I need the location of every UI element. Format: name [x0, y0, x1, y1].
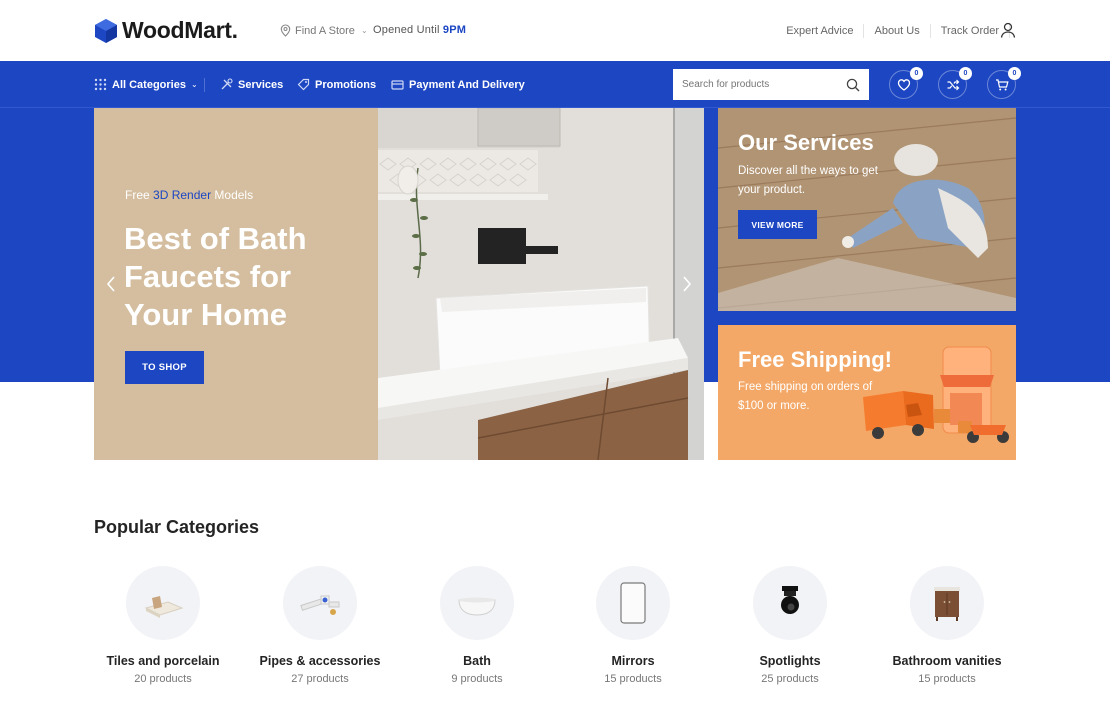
category-count: 15 products — [918, 673, 976, 685]
logo-text: WoodMart. — [122, 17, 238, 43]
category-count: 9 products — [451, 673, 503, 685]
pipes-icon — [300, 595, 340, 615]
expert-advice-link[interactable]: Expert Advice — [776, 25, 863, 37]
category-count: 15 products — [604, 673, 662, 685]
services-banner-text: Discover all the ways to get your produc… — [738, 165, 878, 196]
all-categories-menu[interactable]: All Categories ⌄ — [94, 78, 198, 91]
services-label: Services — [238, 78, 284, 91]
category-name: Pipes & accessories — [259, 654, 381, 668]
category-count: 25 products — [761, 673, 819, 685]
bathtub-icon — [458, 597, 496, 616]
chevron-down-icon: ⌄ — [360, 26, 368, 35]
track-order-link[interactable]: Track Order — [931, 25, 1009, 37]
category-card[interactable]: Pipes & accessories 27 products — [245, 566, 395, 685]
cart-button[interactable]: 0 — [987, 67, 1021, 99]
category-name: Bathroom vanities — [892, 654, 1002, 668]
payment-delivery-menu[interactable]: Payment And Delivery — [391, 78, 525, 91]
divider — [204, 78, 205, 92]
grid-icon — [94, 78, 107, 91]
shipping-banner-text: Free shipping on orders of $100 or more. — [738, 381, 873, 412]
main-nav: All Categories ⌄ Services Promotions Pay… — [0, 61, 1110, 108]
vanity-cabinet-icon — [934, 587, 960, 621]
user-icon[interactable] — [1000, 22, 1016, 38]
shipping-banner[interactable]: Free Shipping! Free shipping on orders o… — [718, 325, 1016, 460]
opening-hours-label: Opened Until — [373, 24, 440, 36]
category-card[interactable]: Tiles and porcelain 20 products — [88, 566, 238, 685]
category-name: Bath — [463, 654, 491, 668]
category-name: Mirrors — [611, 654, 655, 668]
shipping-banner-title: Free Shipping! — [738, 347, 892, 372]
bathroom-illustration — [378, 108, 704, 460]
hero-subtitle-highlight: 3D Render — [153, 188, 212, 202]
chevron-down-icon: ⌄ — [190, 80, 198, 89]
category-thumbnail — [753, 566, 827, 640]
wishlist-button[interactable]: 0 — [889, 67, 923, 99]
find-store-link[interactable]: Find A Store ⌄ — [280, 24, 368, 37]
category-thumbnail — [596, 566, 670, 640]
top-header: WoodMart. Find A Store ⌄ Opened Until 9P… — [0, 0, 1110, 61]
spotlight-icon — [781, 586, 799, 614]
logo-mark-icon — [95, 18, 117, 43]
compare-icon — [947, 79, 959, 90]
search-icon[interactable] — [846, 78, 860, 92]
category-name: Spotlights — [759, 654, 821, 668]
category-count: 27 products — [291, 673, 349, 685]
cart-icon — [995, 78, 1009, 90]
category-card[interactable]: Spotlights 25 products — [715, 566, 865, 685]
services-banner[interactable]: Our Services Discover all the ways to ge… — [718, 108, 1016, 311]
find-store-label: Find A Store — [295, 24, 355, 37]
payment-icon — [391, 80, 404, 90]
hero-subtitle-suffix: Models — [214, 188, 254, 202]
cart-count-badge: 0 — [1008, 67, 1021, 80]
view-more-button[interactable]: VIEW MORE — [738, 210, 817, 239]
compare-button[interactable]: 0 — [938, 67, 972, 99]
wishlist-count-badge: 0 — [910, 67, 923, 80]
hero-subtitle: Free 3D Render Models — [125, 188, 253, 202]
tag-icon — [297, 78, 310, 91]
opening-hours: Opened Until 9PM — [373, 24, 466, 36]
search-input[interactable] — [682, 79, 846, 90]
chevron-left-icon[interactable] — [104, 274, 118, 294]
category-card[interactable]: Bath 9 products — [402, 566, 552, 685]
search-box — [673, 69, 869, 100]
promotions-label: Promotions — [315, 78, 377, 91]
category-count: 20 products — [134, 673, 192, 685]
tools-icon — [221, 78, 233, 90]
top-links: Expert Advice About Us Track Order — [776, 24, 1010, 38]
hero-title: Best of Bath Faucets for Your Home — [124, 221, 307, 332]
hero-slider: Free 3D Render Models Best of Bath Fauce… — [94, 108, 704, 460]
all-categories-label: All Categories — [112, 78, 186, 91]
category-thumbnail — [440, 566, 514, 640]
compare-count-badge: 0 — [959, 67, 972, 80]
payment-delivery-label: Payment And Delivery — [409, 78, 525, 91]
tiles-icon — [144, 596, 184, 618]
category-card[interactable]: Bathroom vanities 15 products — [872, 566, 1022, 685]
category-card[interactable]: Mirrors 15 products — [558, 566, 708, 685]
mirror-icon — [620, 582, 646, 624]
chevron-right-icon[interactable] — [680, 274, 694, 294]
logo[interactable]: WoodMart. — [94, 17, 238, 44]
hero-image — [378, 108, 704, 460]
category-thumbnail — [910, 566, 984, 640]
location-pin-icon — [280, 24, 291, 37]
category-name: Tiles and porcelain — [106, 654, 220, 668]
heart-icon — [897, 78, 910, 91]
services-menu[interactable]: Services — [220, 78, 283, 91]
popular-categories-title: Popular Categories — [94, 517, 260, 537]
category-thumbnail — [283, 566, 357, 640]
services-banner-title: Our Services — [738, 130, 874, 155]
category-thumbnail — [126, 566, 200, 640]
promotions-menu[interactable]: Promotions — [297, 78, 376, 91]
to-shop-button[interactable]: TO SHOP — [125, 351, 204, 384]
hero-subtitle-prefix: Free — [125, 188, 150, 202]
opening-hours-time: 9PM — [442, 24, 467, 36]
about-us-link[interactable]: About Us — [864, 25, 929, 37]
